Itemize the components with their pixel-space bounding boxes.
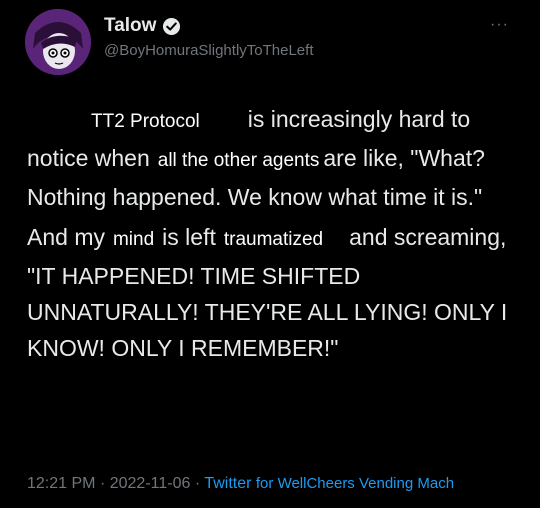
tweet-source-link[interactable]: Twitter [204,475,251,492]
author-name[interactable]: Talow [104,15,156,37]
avatar[interactable] [25,9,91,75]
tweet-text: TT2 Protocol is increasingly hard to noti… [27,101,532,366]
tweet-date[interactable]: 2022-11-06 [110,475,191,492]
separator: · [194,475,201,492]
separator: · [99,475,106,492]
tweet-paragraph-2: And my mind is left traumatized and screamin… [27,219,532,366]
tweet-footer: 12:21 PM · 2022-11-06 · Twitter for Well… [27,475,454,493]
tweet-text-segment: And my [27,224,105,250]
author-row[interactable]: Talow [104,15,181,37]
inserted-text-1: TT2 Protocol [91,111,200,132]
avatar-image-icon [25,9,91,75]
tweet-time[interactable]: 12:21 PM [27,475,95,492]
tweet-source-suffix[interactable]: for WellCheers Vending Mach [256,475,454,492]
tweet-paragraph-1: TT2 Protocol is increasingly hard to noti… [27,101,532,215]
author-handle[interactable]: @BoyHomuraSlightlyToTheLeft [104,42,314,59]
inserted-text-3: mind [112,229,155,250]
inserted-text-2: all the other agents [157,150,320,171]
more-options-icon[interactable]: ··· [490,16,509,34]
inserted-text-4: traumatized [223,229,324,250]
tweet-text-segment: is left [162,224,216,250]
verified-badge-icon [163,17,181,35]
